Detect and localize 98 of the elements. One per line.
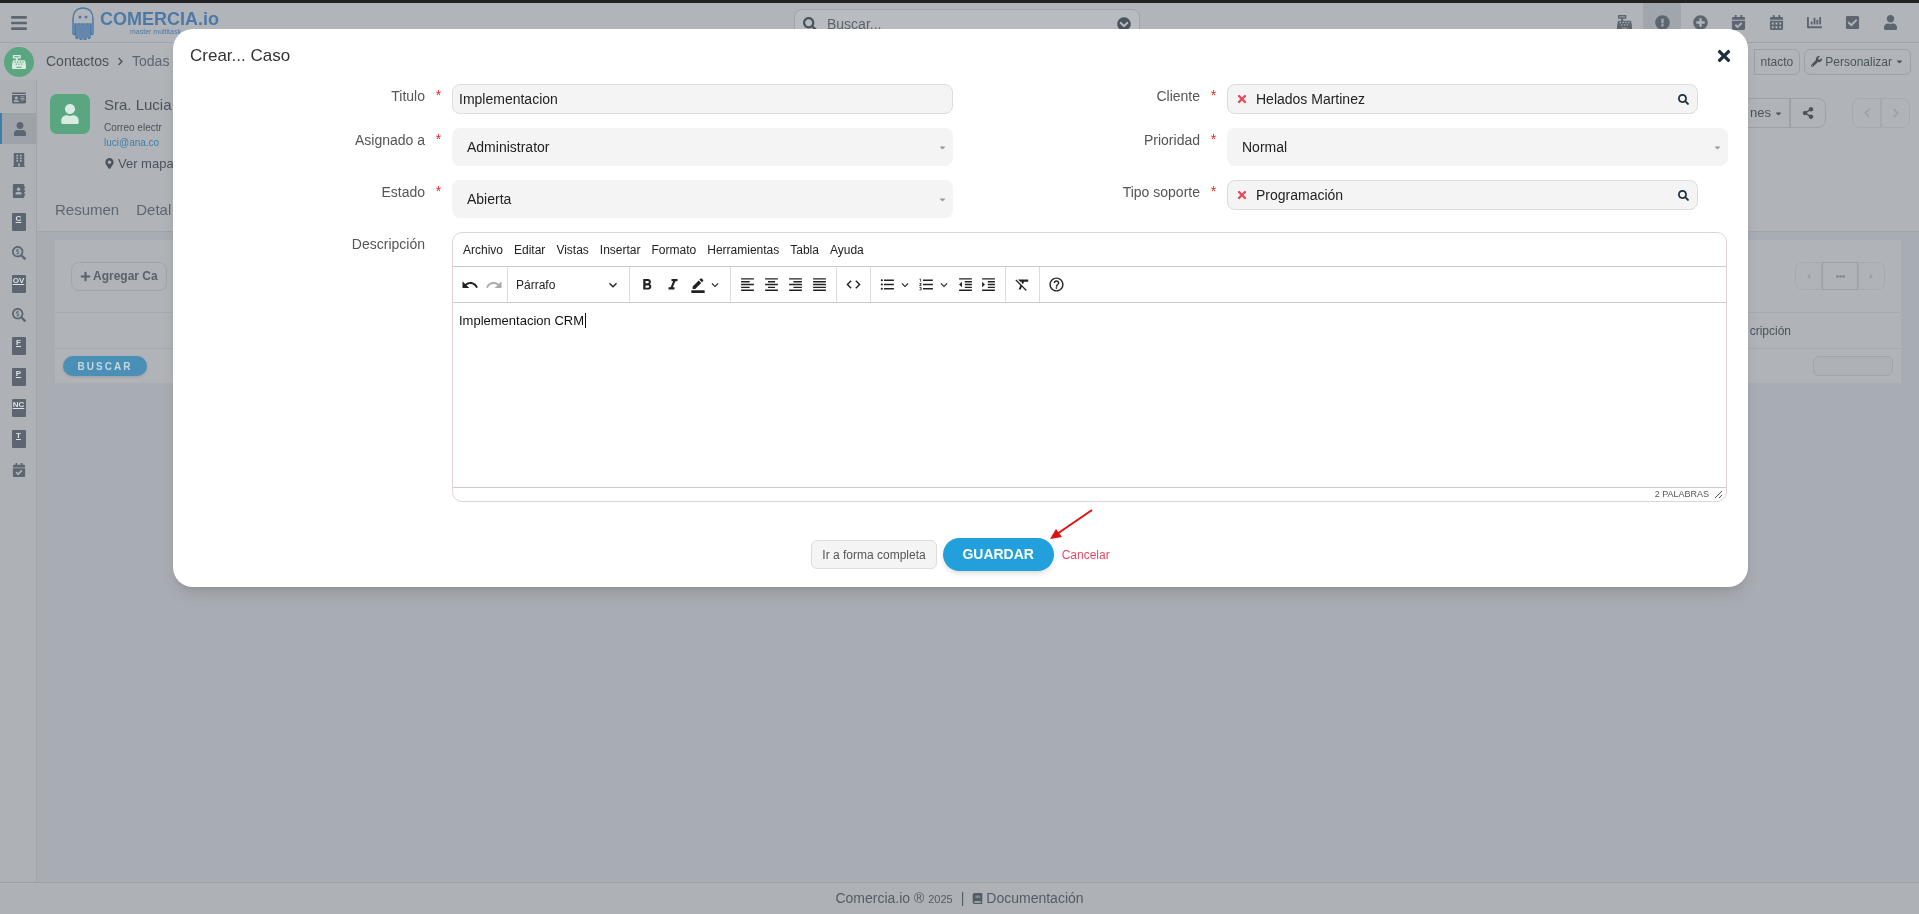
lookup-field[interactable]: Programación: [1227, 180, 1698, 210]
cash-register-icon: [12, 54, 26, 69]
field-label: Tipo soporte: [1121, 183, 1200, 202]
required-mark: *: [1210, 182, 1217, 198]
sidebar-item[interactable]: T: [0, 423, 37, 454]
sidebar-item[interactable]: NC: [0, 392, 37, 423]
field-label: Titulo: [390, 87, 425, 106]
align-right-icon[interactable]: [787, 276, 804, 293]
select-field[interactable]: Normal: [1227, 128, 1728, 166]
resize-handle-icon[interactable]: [1715, 491, 1722, 498]
search-dollar-icon: [11, 245, 26, 260]
indent-icon[interactable]: [980, 276, 997, 293]
required-mark: *: [435, 130, 442, 146]
sidebar-item[interactable]: OV: [0, 268, 37, 299]
user-icon: [12, 121, 27, 136]
sidebar-item[interactable]: P: [0, 361, 37, 392]
cancel-link[interactable]: Cancelar: [1061, 545, 1110, 564]
calendar-check-icon: [11, 462, 26, 477]
outdent-icon[interactable]: [957, 276, 974, 293]
numbered-list-icon[interactable]: [918, 276, 935, 293]
customize-button[interactable]: Personalizar: [1804, 48, 1911, 75]
map-link[interactable]: Ver mapa: [118, 153, 174, 173]
modal-title: Crear... Caso: [190, 44, 291, 67]
highlighter-icon[interactable]: [690, 276, 706, 293]
menu-item[interactable]: Formato: [651, 240, 697, 259]
lookup-field[interactable]: Helados Martinez: [1227, 84, 1698, 114]
email-label: Correo electr: [104, 120, 163, 135]
menu-item[interactable]: Editar: [514, 240, 546, 259]
plus-icon: [80, 270, 91, 282]
menu-item[interactable]: Archivo: [463, 240, 503, 259]
icon-letter: OV: [12, 275, 25, 285]
icon-letter: F: [16, 337, 21, 347]
select-field[interactable]: Abierta: [452, 180, 953, 218]
icon-letter: NC: [12, 399, 25, 409]
required-mark: *: [1210, 130, 1217, 146]
icon-letter: P: [15, 368, 22, 378]
field-label: Asignado a: [353, 131, 425, 150]
bulleted-list-icon[interactable]: [879, 276, 896, 293]
menu-item[interactable]: Tabla: [790, 240, 819, 259]
menu-icon[interactable]: [9, 13, 28, 32]
separator: |: [960, 889, 965, 908]
text-field[interactable]: Implementacion: [452, 84, 953, 114]
book-icon: [972, 893, 984, 904]
contact-button[interactable]: ntacto: [1753, 48, 1801, 75]
tab[interactable]: Detal: [136, 199, 172, 222]
required-mark: *: [435, 182, 442, 198]
caret-icon: [1895, 57, 1904, 66]
wrench-icon: [1811, 56, 1823, 67]
icon-letter: T: [16, 430, 21, 440]
select-field[interactable]: Administrator: [452, 128, 953, 166]
chevron-right-icon: [116, 57, 126, 66]
search-icon[interactable]: [1678, 93, 1689, 105]
required-mark: *: [1210, 86, 1217, 102]
breadcrumb-link[interactable]: Todas: [132, 51, 170, 72]
block-format-select[interactable]: Párrafo: [508, 267, 630, 302]
word-count: 2 PALABRAS: [1654, 487, 1709, 501]
clear-icon[interactable]: [1236, 93, 1248, 105]
sidebar-item[interactable]: C: [0, 206, 37, 237]
menu-item[interactable]: Herramientas: [707, 240, 780, 259]
align-left-icon[interactable]: [739, 276, 756, 293]
documentation-link[interactable]: Documentación: [986, 888, 1084, 909]
breadcrumb-link[interactable]: Contactos: [46, 51, 110, 72]
logo-name: COMERCIA.io: [100, 10, 219, 28]
menu-item[interactable]: Vistas: [556, 240, 589, 259]
full-form-button[interactable]: Ir a forma completa: [811, 540, 937, 569]
search-dollar-icon: [11, 307, 26, 322]
user-silhouette-icon: [60, 104, 80, 124]
field-label: Cliente: [1155, 87, 1200, 106]
copyright-text: Comercia.io ® 2025: [835, 889, 953, 908]
annotation-arrow: [1047, 508, 1095, 542]
search-button[interactable]: BUSCAR: [63, 356, 147, 376]
tab[interactable]: Resumen: [55, 199, 120, 222]
column-header: cripción: [1749, 322, 1791, 340]
icon-letter: C: [15, 213, 22, 223]
save-button[interactable]: GUARDAR: [942, 538, 1054, 571]
contact-name: Sra. Lucia: [104, 95, 173, 115]
align-center-icon[interactable]: [763, 276, 780, 293]
share-button[interactable]: [1790, 98, 1826, 128]
field-label: Descripción: [350, 235, 425, 254]
sidebar-item[interactable]: F: [0, 330, 37, 361]
address-book-icon: [11, 183, 26, 198]
search-icon[interactable]: [1678, 189, 1689, 201]
clear-icon[interactable]: [1236, 189, 1248, 201]
help-icon[interactable]: [1048, 276, 1065, 293]
editor-content[interactable]: Implementacion CRM: [459, 313, 586, 328]
search-icon: [803, 16, 817, 31]
required-mark: *: [435, 86, 442, 102]
building-icon: [11, 152, 26, 167]
align-justify-icon[interactable]: [811, 276, 828, 293]
octopus-logo-icon: [70, 5, 96, 40]
add-button[interactable]: Agregar Ca: [71, 261, 167, 291]
map-pin-icon: [104, 157, 115, 169]
id-card-icon: [11, 90, 26, 105]
field-label: Prioridad: [1142, 131, 1200, 150]
menu-item[interactable]: Insertar: [599, 240, 641, 259]
field-label: Estado: [380, 183, 425, 202]
share-icon: [1802, 107, 1814, 119]
menu-item[interactable]: Ayuda: [829, 240, 864, 259]
